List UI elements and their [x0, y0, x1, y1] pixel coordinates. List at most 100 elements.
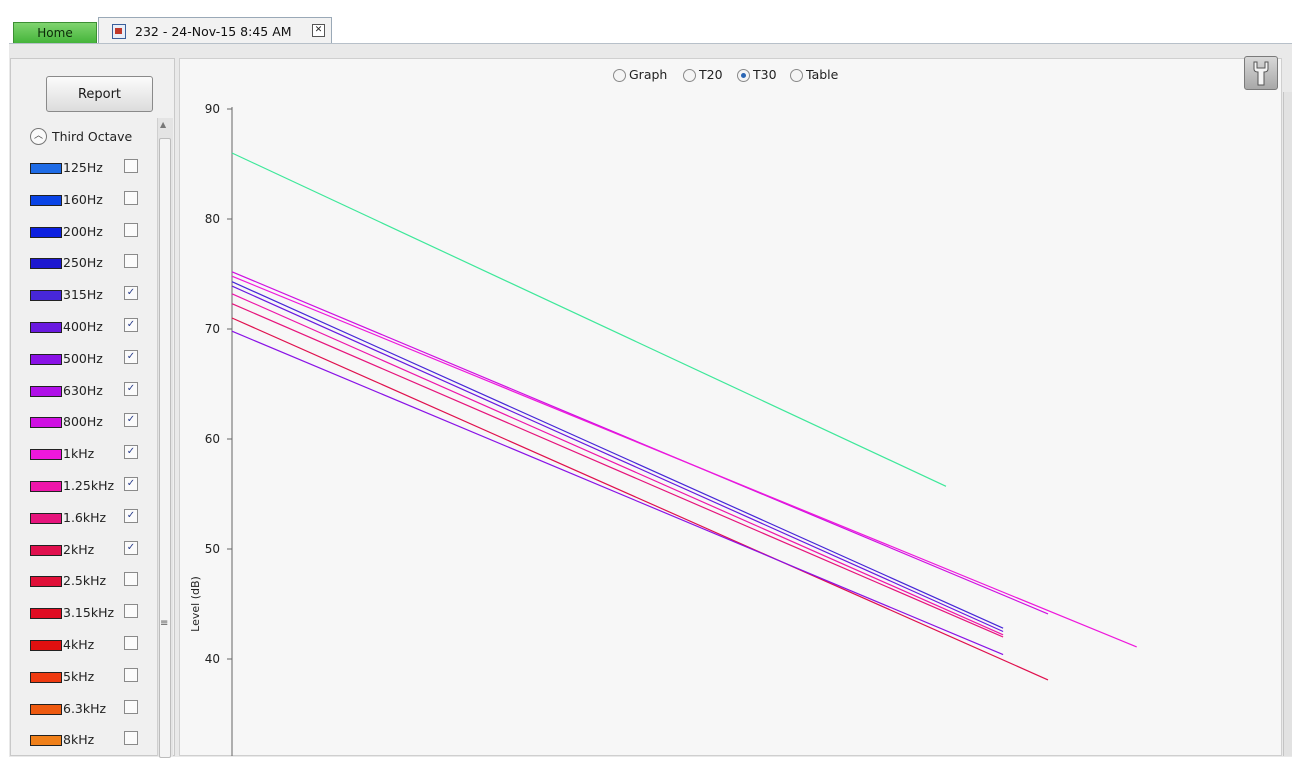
band-checkbox[interactable] — [124, 190, 138, 205]
band-label: 1kHz — [63, 446, 95, 462]
decay-series-line — [231, 275, 1137, 648]
band-color-swatch — [30, 735, 62, 747]
band-row[interactable]: 500Hz ✓ — [30, 348, 142, 370]
band-label: 2kHz — [63, 541, 95, 557]
y-tick-label: 70 — [205, 322, 220, 336]
tab-home[interactable]: Home — [13, 22, 97, 44]
band-color-swatch — [30, 449, 62, 461]
band-label: 500Hz — [63, 350, 103, 366]
band-checkbox[interactable] — [124, 731, 138, 746]
band-checkbox[interactable] — [124, 159, 138, 173]
band-checkbox[interactable] — [124, 572, 138, 587]
band-row[interactable]: 5kHz — [30, 666, 142, 688]
radio-t30-label: T30 — [753, 67, 777, 82]
band-label: 1.25kHz — [63, 478, 115, 493]
tab-document-label: 232 - 24-Nov-15 8:45 AM — [135, 24, 292, 39]
decay-series-line — [231, 317, 1049, 681]
radio-table-dot[interactable] — [790, 69, 803, 82]
band-row[interactable]: 6.3kHz — [30, 698, 142, 720]
decay-series-line — [231, 293, 1004, 636]
band-row[interactable]: 630Hz ✓ — [30, 380, 142, 402]
band-color-swatch — [30, 417, 62, 429]
band-row[interactable]: 4kHz — [30, 634, 142, 656]
band-row[interactable]: 800Hz ✓ — [30, 411, 142, 433]
tab-bar: Home 232 - 24-Nov-15 8:45 AM ✕ — [0, 0, 1292, 44]
band-checkbox[interactable]: ✓ — [124, 349, 138, 364]
decay-series-line — [231, 330, 1004, 656]
scroll-up-arrow-icon[interactable]: ▲ — [160, 120, 166, 129]
chevron-up-icon[interactable]: ︿ — [30, 128, 47, 145]
band-color-swatch — [30, 163, 62, 174]
band-color-swatch — [30, 194, 62, 206]
band-checkbox[interactable]: ✓ — [124, 286, 138, 301]
band-row[interactable]: 1.25kHz ✓ — [30, 475, 142, 497]
band-row[interactable]: 8kHz — [30, 729, 142, 751]
band-checkbox[interactable]: ✓ — [124, 540, 138, 555]
band-label: 125Hz — [63, 160, 103, 175]
scrollbar-thumb[interactable] — [159, 138, 171, 758]
y-tick-label: 90 — [205, 102, 220, 116]
band-color-swatch — [30, 258, 62, 270]
band-label: 800Hz — [63, 414, 103, 430]
radio-graph-dot[interactable] — [613, 69, 626, 82]
band-label: 630Hz — [63, 382, 103, 398]
band-row[interactable]: 160Hz — [30, 189, 142, 211]
radio-t20-dot[interactable] — [683, 69, 696, 82]
sidebar-scrollbar[interactable]: ▲ ≡ — [157, 118, 173, 758]
band-checkbox[interactable]: ✓ — [124, 477, 138, 491]
band-checkbox[interactable]: ✓ — [124, 381, 138, 396]
band-label: 400Hz — [63, 319, 103, 334]
band-row[interactable]: 400Hz ✓ — [30, 316, 142, 338]
third-octave-section-header[interactable]: ︿ Third Octave — [30, 127, 150, 147]
band-color-swatch — [30, 576, 62, 588]
band-label: 250Hz — [63, 255, 103, 271]
band-row[interactable]: 3.15kHz — [30, 602, 142, 624]
band-color-swatch — [30, 703, 62, 715]
band-label: 3.15kHz — [63, 605, 115, 621]
report-button[interactable]: Report — [46, 76, 153, 112]
band-row[interactable]: 1.6kHz ✓ — [30, 507, 142, 529]
y-tick-label: 80 — [205, 212, 220, 226]
band-color-swatch — [30, 290, 62, 302]
band-color-swatch — [30, 226, 62, 238]
band-checkbox[interactable]: ✓ — [124, 508, 138, 523]
band-checkbox[interactable] — [124, 604, 138, 619]
band-label: 200Hz — [63, 223, 103, 239]
band-checkbox[interactable] — [124, 699, 138, 714]
band-checkbox[interactable]: ✓ — [124, 445, 138, 460]
band-label: 5kHz — [63, 668, 95, 684]
third-octave-label: Third Octave — [52, 129, 133, 144]
band-row[interactable]: 125Hz — [30, 157, 142, 179]
band-checkbox[interactable] — [124, 667, 138, 682]
tab-document[interactable]: 232 - 24-Nov-15 8:45 AM ✕ — [98, 17, 332, 44]
band-checkbox[interactable]: ✓ — [124, 413, 138, 428]
band-checkbox[interactable] — [124, 222, 138, 237]
radio-t20-label: T20 — [699, 67, 723, 82]
decay-series-line — [231, 281, 1004, 629]
y-tick-label: 50 — [205, 542, 220, 556]
band-row[interactable]: 315Hz ✓ — [30, 284, 142, 306]
band-color-swatch — [30, 512, 62, 524]
band-color-swatch — [30, 544, 62, 556]
band-row[interactable]: 200Hz — [30, 221, 142, 243]
band-row[interactable]: 2.5kHz — [30, 570, 142, 592]
band-row[interactable]: 1kHz ✓ — [30, 443, 142, 465]
band-color-swatch — [30, 322, 62, 333]
document-icon — [112, 24, 126, 39]
band-checkbox[interactable] — [124, 636, 138, 650]
band-label: 6.3kHz — [63, 700, 107, 716]
band-checkbox[interactable]: ✓ — [124, 318, 138, 332]
band-row[interactable]: 250Hz — [30, 252, 142, 274]
right-scrollbar[interactable] — [1283, 92, 1292, 756]
wrench-icon — [1253, 61, 1269, 86]
band-color-swatch — [30, 481, 62, 492]
band-row[interactable]: 2kHz ✓ — [30, 539, 142, 561]
band-checkbox[interactable] — [124, 254, 138, 269]
radio-graph-label: Graph — [629, 67, 668, 82]
close-tab-icon[interactable]: ✕ — [312, 24, 325, 37]
band-color-swatch — [30, 385, 62, 397]
band-label: 315Hz — [63, 287, 103, 303]
decay-chart: 40 50 60 70 80 90 Level (dB) — [189, 102, 1137, 756]
radio-t30-dot[interactable] — [737, 69, 750, 82]
settings-wrench-button[interactable] — [1244, 56, 1278, 90]
